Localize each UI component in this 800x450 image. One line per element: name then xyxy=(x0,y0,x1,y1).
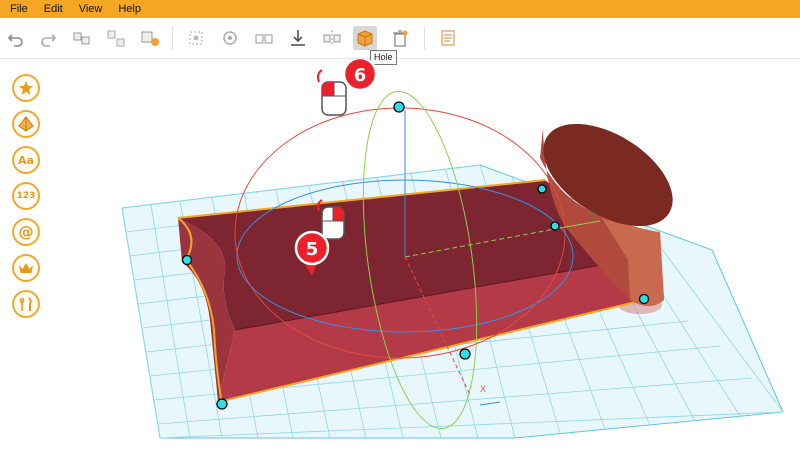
menu-help[interactable]: Help xyxy=(110,0,149,18)
step-5-badge: 5 xyxy=(306,239,319,260)
add-object-button[interactable] xyxy=(138,26,162,50)
x-axis-label: X xyxy=(480,384,486,394)
box-handle-right[interactable] xyxy=(638,293,650,305)
gizmo-handle-bottom[interactable] xyxy=(459,348,471,360)
mirror-button[interactable] xyxy=(320,26,344,50)
sidebar-favorites-button[interactable] xyxy=(12,74,40,102)
toolbar xyxy=(0,18,800,59)
notes-button[interactable] xyxy=(436,26,460,50)
box-handle-bottom-left[interactable] xyxy=(216,398,228,410)
undo-icon xyxy=(7,34,23,47)
sidebar-crown-button[interactable] xyxy=(12,254,40,282)
align-button[interactable] xyxy=(184,26,208,50)
sidebar-text-button[interactable]: Aa xyxy=(12,146,40,174)
align-icon xyxy=(189,31,203,45)
group-button[interactable] xyxy=(70,26,94,50)
redo-icon xyxy=(41,34,57,47)
duplicate-icon xyxy=(255,34,273,44)
settings-object-button[interactable] xyxy=(218,26,242,50)
symbols-icon: @ xyxy=(18,223,34,241)
mirror-icon xyxy=(323,30,341,46)
toolbar-separator xyxy=(172,26,173,50)
group-icon xyxy=(73,32,90,45)
menu-file[interactable]: File xyxy=(0,0,36,18)
notes-icon xyxy=(441,30,455,46)
sidebar-tools-button[interactable] xyxy=(12,290,40,318)
menu-bar: File Edit View Help xyxy=(0,0,800,18)
sidebar-shapes-button[interactable] xyxy=(12,110,40,138)
workplane-viewport[interactable]: X Y 6 5 xyxy=(0,56,800,445)
shapes-icon xyxy=(18,116,34,132)
text-icon: Aa xyxy=(18,153,34,167)
gizmo-handle-top[interactable] xyxy=(393,101,405,113)
hole-button[interactable] xyxy=(353,26,377,50)
duplicate-button[interactable] xyxy=(252,26,276,50)
toolbar-separator xyxy=(424,26,425,50)
redo-button[interactable] xyxy=(36,26,60,50)
y-axis-label: Y xyxy=(590,211,596,221)
gizmo-handle-right[interactable] xyxy=(550,221,560,231)
box-handle-left[interactable] xyxy=(181,254,193,266)
delete-icon xyxy=(393,30,408,47)
undo-button[interactable] xyxy=(4,26,28,50)
sidebar-symbols-button[interactable]: @ xyxy=(12,218,40,246)
settings-object-icon xyxy=(223,31,237,45)
delete-button[interactable] xyxy=(388,26,412,50)
ungroup-button[interactable] xyxy=(104,26,128,50)
favorites-icon xyxy=(19,81,33,95)
download-button[interactable] xyxy=(286,26,310,50)
step-6-badge: 6 xyxy=(354,65,367,86)
step-6-callout: 6 xyxy=(317,56,378,116)
tools-icon xyxy=(20,297,32,311)
ungroup-icon xyxy=(107,30,125,47)
crown-icon xyxy=(19,263,33,273)
sidebar-numbers-button[interactable]: 123 xyxy=(12,182,40,210)
menu-view[interactable]: View xyxy=(71,0,111,18)
menu-edit[interactable]: Edit xyxy=(36,0,71,18)
download-icon xyxy=(291,30,305,46)
add-object-icon xyxy=(141,31,159,46)
gizmo-handle-upper-right[interactable] xyxy=(537,184,547,194)
hole-icon xyxy=(357,30,373,47)
numbers-icon: 123 xyxy=(16,191,36,201)
